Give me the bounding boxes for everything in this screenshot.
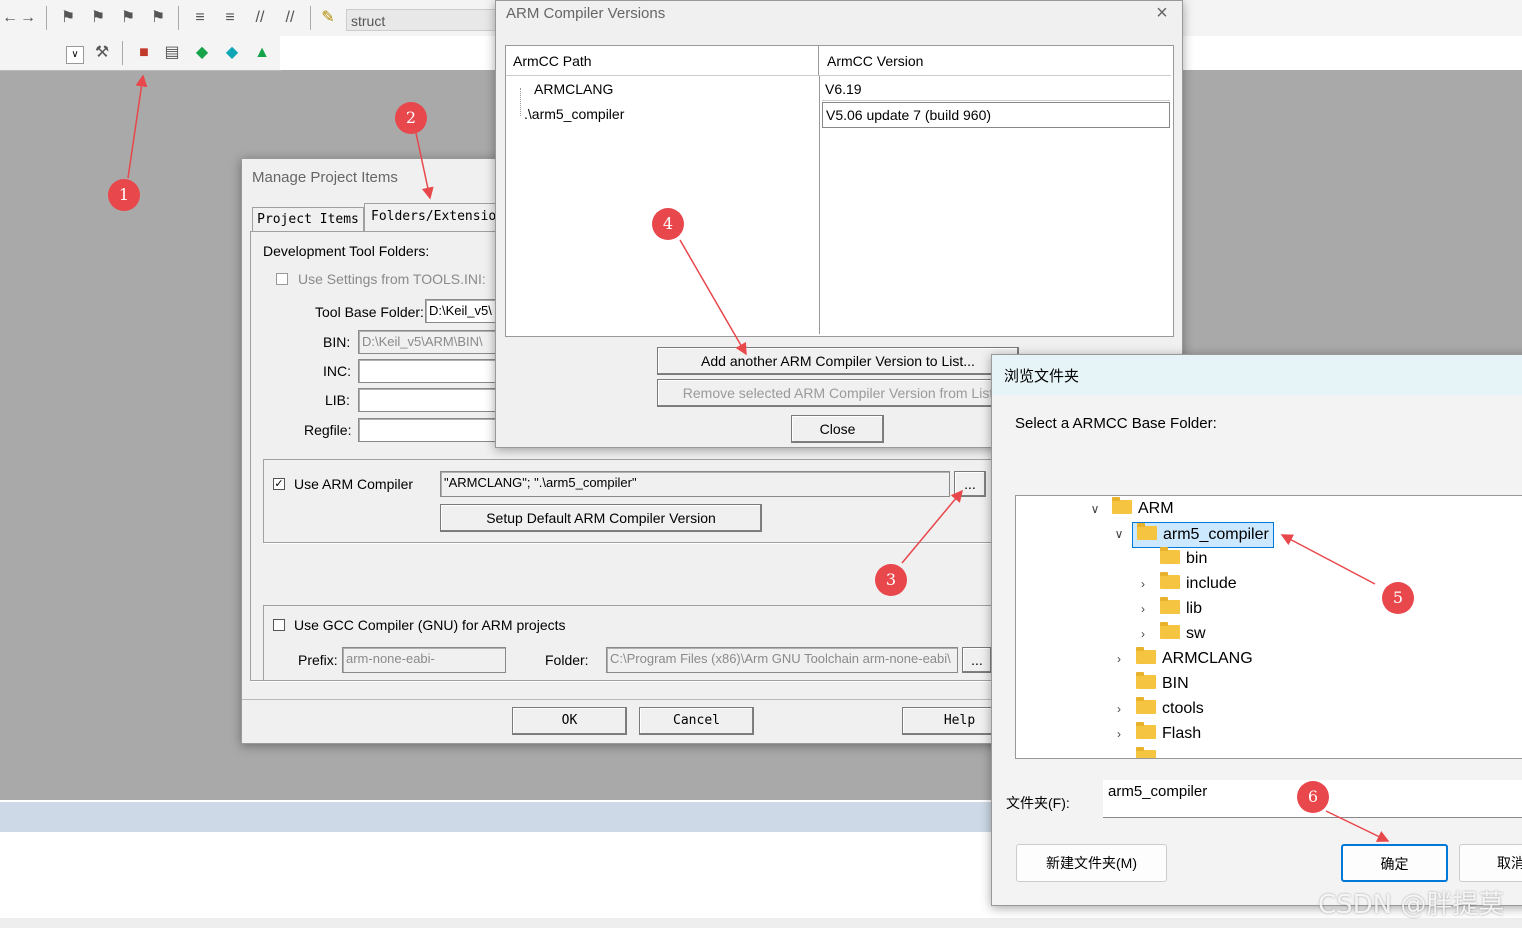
arrow-4 bbox=[679, 239, 747, 356]
arrow-3 bbox=[901, 489, 963, 564]
arrow-5 bbox=[1280, 534, 1376, 585]
step-marker-5: 5 bbox=[1382, 582, 1414, 614]
arrow-6 bbox=[1325, 810, 1390, 842]
annotation-arrows bbox=[127, 74, 1390, 842]
step-marker-3: 3 bbox=[875, 564, 907, 596]
step-marker-2: 2 bbox=[395, 102, 427, 134]
watermark: CSDN @胖提莫 bbox=[1318, 890, 1505, 920]
arrow-2 bbox=[415, 132, 434, 200]
step-marker-4: 4 bbox=[652, 208, 684, 240]
step-marker-1: 1 bbox=[108, 179, 140, 211]
step-marker-6: 6 bbox=[1297, 781, 1329, 813]
arrow-1 bbox=[127, 74, 148, 179]
